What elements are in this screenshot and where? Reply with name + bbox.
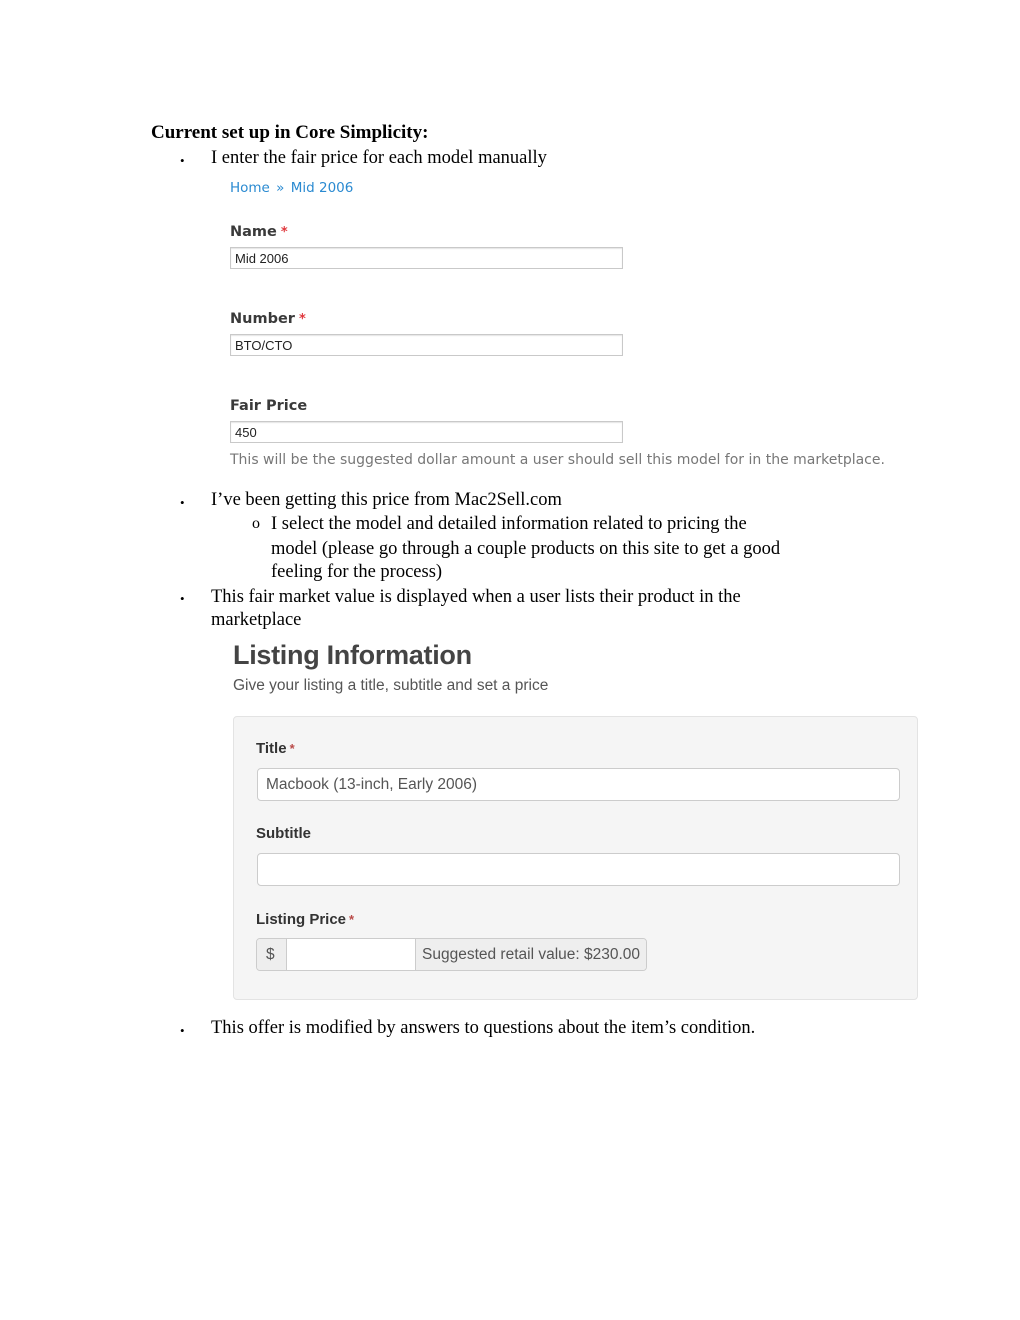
breadcrumb-separator: » (276, 180, 285, 196)
bullet-marker: • (180, 495, 185, 510)
bullet-text-line: This fair market value is displayed when… (211, 587, 741, 607)
listing-price-input-group: $ Suggested retail value: $230.00 (256, 938, 648, 971)
bullet-text: I enter the fair price for each model ma… (211, 148, 547, 168)
required-marker: * (280, 225, 288, 240)
subtitle-input[interactable] (257, 853, 900, 886)
sub-bullet-text-line: model (please go through a couple produc… (271, 539, 781, 559)
required-marker: * (289, 741, 295, 756)
breadcrumb-current-link[interactable]: Mid 2006 (291, 180, 354, 196)
listing-price-input[interactable] (287, 939, 415, 970)
sub-bullet-marker: o (252, 515, 260, 532)
bullet-text: This offer is modified by answers to que… (211, 1018, 756, 1038)
title-input[interactable]: Macbook (13-inch, Early 2006) (257, 768, 900, 801)
title-label: Title * (256, 740, 295, 757)
listing-price-label: Listing Price * (256, 911, 354, 928)
number-label: Number * (230, 311, 306, 327)
listing-price-label-text: Listing Price (256, 911, 347, 928)
listing-subheading: Give your listing a title, subtitle and … (233, 677, 549, 694)
bullet-marker: • (180, 1023, 185, 1038)
bullet-marker: • (180, 153, 185, 168)
breadcrumb: Home » Mid 2006 (230, 180, 353, 196)
suggested-retail-value-addon: Suggested retail value: $230.00 (415, 939, 647, 970)
listing-heading: Listing Information (233, 640, 472, 670)
listing-form-panel: Title * Macbook (13-inch, Early 2006) Sub… (233, 716, 918, 1000)
fair-price-description: This will be the suggested dollar amount… (230, 452, 885, 468)
sub-bullet-text-line: I select the model and detailed informat… (271, 514, 747, 534)
required-marker: * (298, 312, 306, 327)
name-label: Name * (230, 224, 288, 240)
document-heading: Current set up in Core Simplicity: (151, 122, 429, 143)
sub-bullet-text-line: feeling for the process) (271, 562, 443, 582)
fair-price-input[interactable]: 450 (230, 421, 623, 443)
subtitle-label: Subtitle (256, 825, 311, 842)
title-label-text: Title (256, 740, 287, 757)
breadcrumb-home-link[interactable]: Home (230, 180, 270, 196)
bullet-text-line: marketplace (211, 610, 302, 630)
number-label-text: Number (230, 311, 295, 327)
bullet-text: I’ve been getting this price from Mac2Se… (211, 490, 562, 510)
fair-price-label: Fair Price (230, 398, 308, 414)
name-input[interactable]: Mid 2006 (230, 247, 623, 269)
required-marker: * (349, 912, 355, 927)
currency-addon: $ (257, 939, 287, 970)
name-label-text: Name (230, 224, 277, 240)
bullet-marker: • (180, 591, 185, 606)
number-input[interactable]: BTO/CTO (230, 334, 623, 356)
